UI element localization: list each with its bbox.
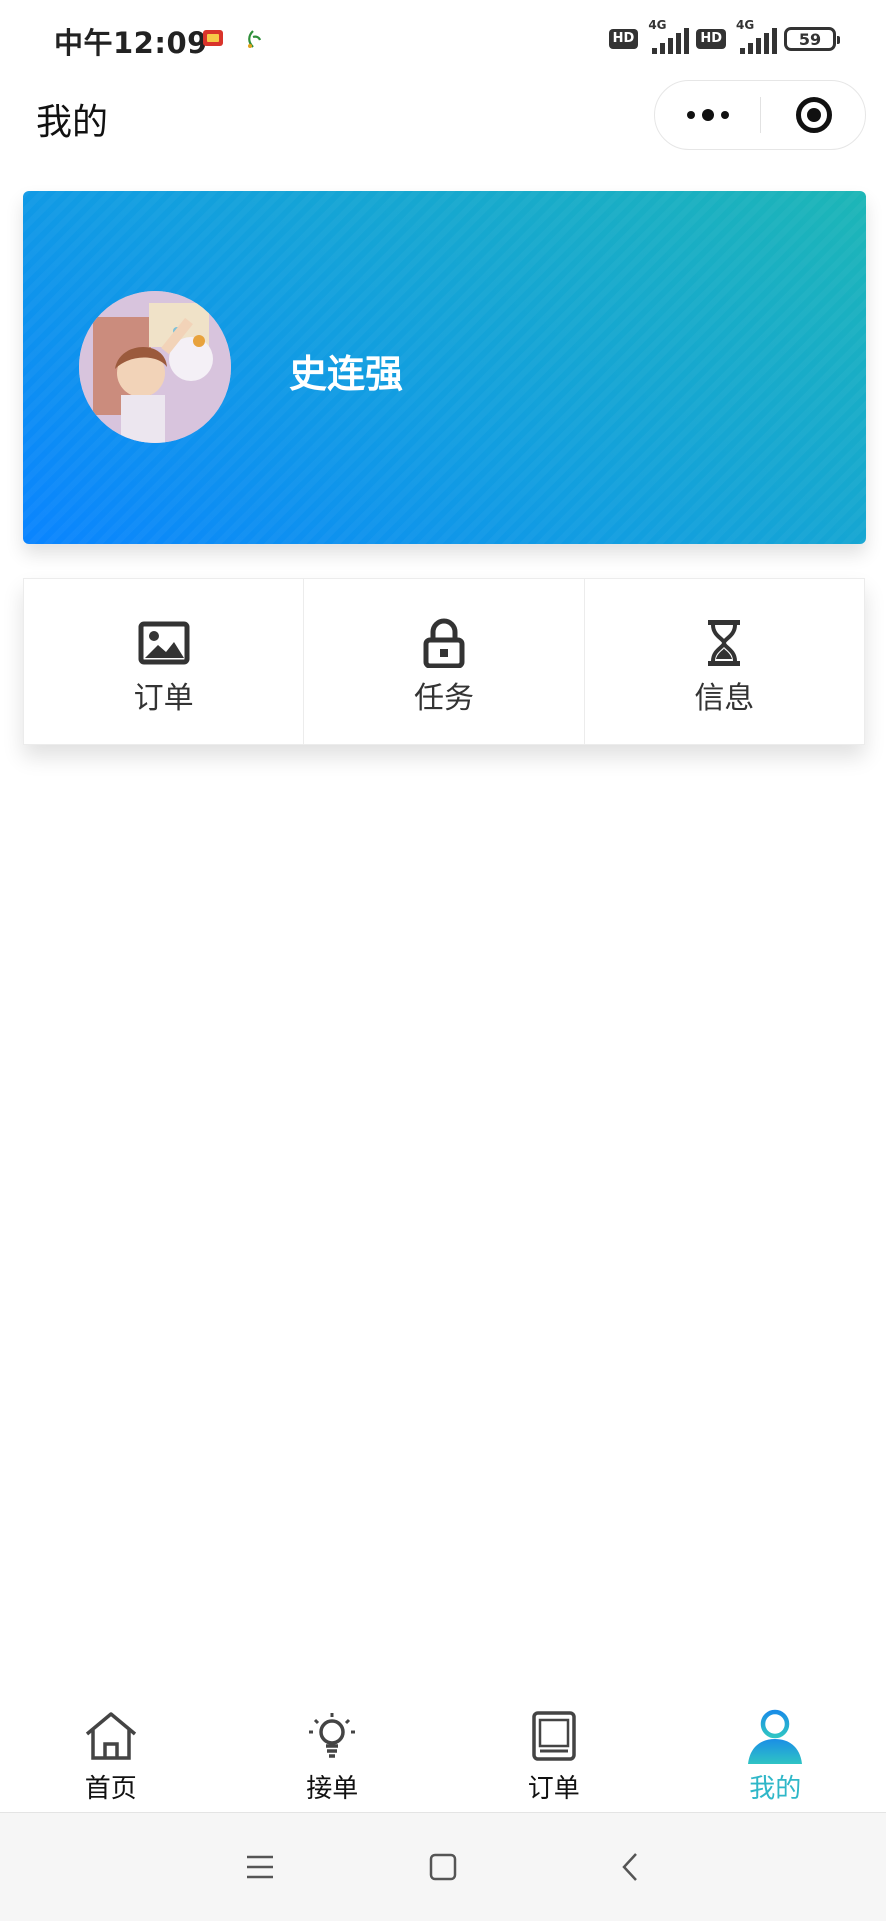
- tab-label: 首页: [85, 1768, 137, 1805]
- hd-badge: HD: [696, 29, 726, 49]
- battery-icon: 59: [784, 27, 836, 51]
- menu-item-orders[interactable]: 订单: [24, 579, 303, 744]
- notification-app-icon: [202, 28, 224, 48]
- battery-level: 59: [799, 30, 821, 49]
- tab-bar: 首页 接单 订单 我的: [0, 1696, 886, 1812]
- close-button[interactable]: [761, 81, 866, 149]
- user-icon: [745, 1708, 805, 1764]
- tab-accept-order[interactable]: 接单: [222, 1696, 444, 1812]
- tab-label: 订单: [528, 1768, 580, 1805]
- tablet-icon: [524, 1708, 584, 1764]
- tab-home[interactable]: 首页: [0, 1696, 222, 1812]
- lock-icon: [417, 619, 471, 667]
- tab-orders[interactable]: 订单: [443, 1696, 665, 1812]
- menu-item-info[interactable]: 信息: [584, 579, 864, 744]
- menu-item-label: 任务: [414, 673, 474, 717]
- back-button[interactable]: [606, 1843, 654, 1891]
- hd-badge: HD: [609, 29, 639, 49]
- mini-program-capsule: [654, 80, 866, 150]
- lightbulb-icon: [302, 1708, 362, 1764]
- tab-label: 我的: [749, 1768, 801, 1805]
- system-nav-bar: [0, 1812, 886, 1921]
- menu-item-label: 订单: [134, 673, 194, 717]
- status-time: 中午12:09: [54, 20, 208, 62]
- signal-icon: 4G: [734, 24, 776, 54]
- tab-mine[interactable]: 我的: [665, 1696, 886, 1812]
- target-icon: [796, 97, 832, 133]
- menu-item-label: 信息: [694, 673, 754, 717]
- tab-label: 接单: [306, 1768, 358, 1805]
- menu-grid: 订单 任务 信息: [23, 578, 865, 745]
- status-bar: 中午12:09 HD 4G HD 4G 59: [0, 0, 886, 78]
- notification-leaf-icon: [242, 28, 264, 48]
- menu-item-tasks[interactable]: 任务: [303, 579, 583, 744]
- home-button[interactable]: [419, 1843, 467, 1891]
- home-icon: [81, 1708, 141, 1764]
- profile-card: 史连强: [23, 191, 866, 544]
- menu-button[interactable]: [236, 1843, 284, 1891]
- avatar[interactable]: [79, 291, 231, 443]
- more-button[interactable]: [655, 81, 760, 149]
- image-icon: [137, 619, 191, 667]
- hourglass-icon: [697, 619, 751, 667]
- signal-icon: 4G: [646, 24, 688, 54]
- page-title: 我的: [36, 93, 108, 145]
- user-name: 史连强: [289, 343, 403, 398]
- status-indicators: HD 4G HD 4G 59: [609, 22, 836, 56]
